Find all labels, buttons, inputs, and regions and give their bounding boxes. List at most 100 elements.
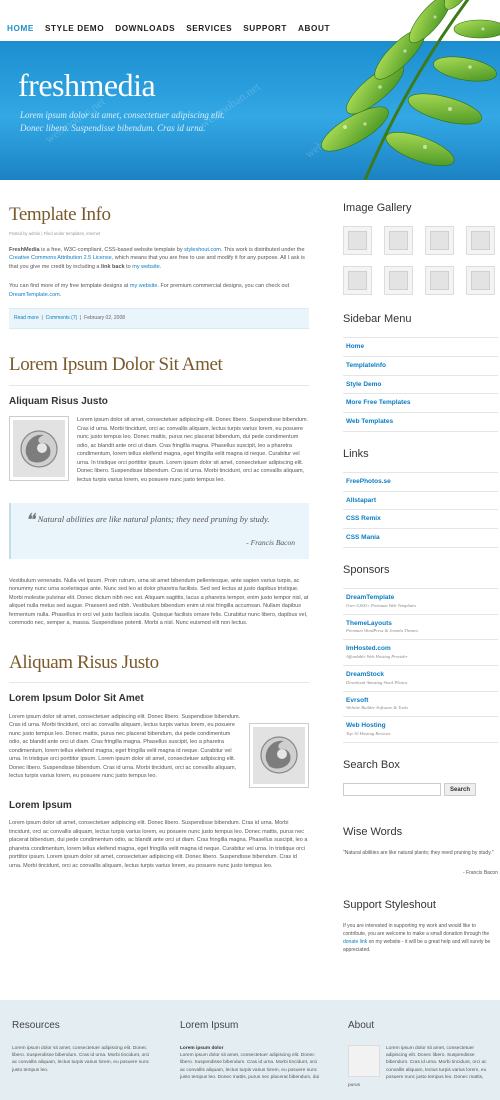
sidebar-menu: Home TemplateInfo Style Demo More Free T… (343, 337, 498, 432)
nav-services[interactable]: SERVICES (186, 23, 232, 36)
site-logo[interactable]: freshmedia (18, 61, 156, 111)
divider (9, 682, 309, 684)
gallery-thumbnail[interactable] (466, 266, 495, 296)
image-gallery (343, 226, 498, 296)
sponsor-item[interactable]: DreamStock Download Amazing Stock Photos (343, 666, 498, 692)
nav-support[interactable]: SUPPORT (243, 23, 287, 36)
footer-resources: Resources Lorem ipsum dolor sit amet, co… (12, 1018, 152, 1089)
footer-lorem: Lorem Ipsum Lorem ipsum dolor Lorem ipsu… (180, 1018, 320, 1089)
post-title[interactable]: Lorem Ipsum Dolor Sit Amet (9, 350, 309, 379)
nav-downloads[interactable]: DOWNLOADS (115, 23, 175, 36)
text: . (59, 292, 62, 298)
gallery-thumbnail[interactable] (425, 266, 454, 296)
text: If you are interested in supporting my w… (343, 923, 490, 938)
search-input[interactable] (343, 782, 441, 796)
sponsor-item[interactable]: DreamTemplate Over 6,000+ Premium Web Tem… (343, 589, 498, 615)
sponsor-desc: Download Amazing Stock Photos (346, 679, 408, 685)
footer-text: Lorem ipsum dolor sit amet, consectetuer… (12, 1045, 150, 1073)
sponsor-item[interactable]: Web Hosting Top 10 Hosting Reviews (343, 717, 498, 743)
footer-heading: Resources (12, 1020, 60, 1031)
sponsor-name[interactable]: ImHosted.com (346, 644, 495, 654)
search-form: Search (343, 782, 498, 796)
my-website-link[interactable]: my website (130, 283, 158, 289)
sponsor-name[interactable]: DreamTemplate (346, 593, 495, 603)
link-item[interactable]: CSS Remix (343, 510, 498, 530)
text: You can find more of my free template de… (9, 283, 130, 290)
dreamtemplate-link[interactable]: DreamTemplate.com (9, 292, 60, 298)
sidebar-heading: Image Gallery (343, 202, 412, 214)
sidebar-heading: Wise Words (343, 825, 403, 838)
donate-link[interactable]: donate link (343, 939, 367, 945)
quote-text: Natural abilities are like natural plant… (37, 514, 270, 525)
footer-about: About Lorem ipsum dolor sit amet, consec… (348, 1018, 488, 1089)
gallery-thumbnail[interactable] (384, 266, 413, 296)
sidebar-heading: Support Styleshout (343, 899, 436, 912)
sponsor-item[interactable]: Evrsoft Website Builder Software & Tools (343, 692, 498, 718)
styleshout-link[interactable]: styleshout.com (184, 247, 221, 253)
sponsor-name[interactable]: Evrsoft (346, 696, 495, 706)
footer: Resources Lorem ipsum dolor sit amet, co… (0, 1000, 500, 1100)
sponsor-desc: Over 6,000+ Premium Web Templates (346, 602, 417, 608)
brand-name: FreshMedia (9, 246, 40, 253)
sidebar-menu-item[interactable]: TemplateInfo (343, 357, 498, 376)
quote-block: ❝ Natural abilities are like natural plan… (9, 503, 309, 559)
read-more-link[interactable]: Read more (14, 315, 39, 321)
post-paragraph: Lorem ipsum dolor sit amet, consectetuer… (9, 820, 308, 869)
nav-style-demo[interactable]: STYLE DEMO (45, 23, 104, 36)
firefox-thumbnail (9, 416, 69, 482)
post-subtitle: Lorem Ipsum Dolor Sit Amet (9, 693, 144, 705)
gallery-thumbnail[interactable] (343, 266, 372, 296)
post-paragraph: Vestibulum venenatis. Nulla vel ipsum. P… (9, 577, 309, 627)
about-avatar (348, 1044, 380, 1077)
text: . This work is distributed under the (220, 246, 305, 253)
footer-heading: About (348, 1020, 375, 1031)
post-footer: Read more | Comments (7) | February 02, … (9, 307, 309, 330)
my-website-link[interactable]: my website (132, 264, 160, 270)
post-date: February 02, 2008 (84, 314, 125, 321)
link-back-text: link back (101, 263, 125, 270)
license-link[interactable]: Creative Commons Attribution 2.5 License (9, 255, 112, 261)
footer-bold: Lorem ipsum dolor (180, 1045, 224, 1051)
support-text: If you are interested in supporting my w… (343, 923, 498, 954)
nav-home[interactable]: HOME (7, 23, 34, 36)
quote-author: - Francis Bacon (246, 537, 295, 547)
firefox-icon (20, 430, 58, 468)
sponsor-desc: Affordable Web Hosting Provider (346, 653, 408, 659)
search-button[interactable]: Search (444, 782, 477, 796)
comments-link[interactable]: Comments (7) (46, 315, 78, 321)
gallery-thumbnail[interactable] (466, 226, 495, 256)
footer-heading: Lorem Ipsum (180, 1020, 239, 1031)
gallery-thumbnail[interactable] (343, 226, 372, 256)
sponsor-name[interactable]: Web Hosting (346, 721, 495, 731)
nav-about[interactable]: ABOUT (298, 23, 330, 36)
link-item[interactable]: CSS Mania (343, 529, 498, 548)
sidebar: Image Gallery Sidebar Menu Home Template… (343, 200, 498, 954)
sidebar-heading: Sidebar Menu (343, 313, 412, 326)
sidebar-menu-item[interactable]: More Free Templates (343, 394, 498, 414)
sponsor-name[interactable]: ThemeLayouts (346, 619, 495, 629)
wise-quote: "Natural abilities are like natural plan… (343, 849, 494, 856)
post-title[interactable]: Template Info (9, 200, 309, 229)
sponsor-name[interactable]: DreamStock (346, 670, 495, 680)
footer-text: Lorem ipsum dolor sit amet, consectetuer… (180, 1052, 320, 1081)
firefox-thumbnail (249, 722, 309, 788)
gallery-thumbnail[interactable] (384, 226, 413, 256)
link-item[interactable]: Allstapart (343, 492, 498, 511)
sidebar-menu-item[interactable]: Home (343, 338, 498, 357)
sponsors-list: DreamTemplate Over 6,000+ Premium Web Tem… (343, 587, 498, 743)
sidebar-menu-item[interactable]: Web Templates (343, 413, 498, 432)
sidebar-heading: Links (343, 447, 369, 460)
sponsor-desc: Website Builder Software & Tools (346, 705, 409, 711)
post-paragraph: You can find more of my free template de… (9, 282, 309, 299)
link-item[interactable]: FreePhotos.se (343, 473, 498, 492)
post-paragraph: FreshMedia is a free, W3C-compliant, CSS… (9, 246, 309, 272)
text: . For premium commercial designs, you ca… (157, 283, 290, 290)
sponsor-item[interactable]: ImHosted.com Affordable Web Hosting Provi… (343, 640, 498, 666)
sidebar-menu-item[interactable]: Style Demo (343, 376, 498, 395)
sidebar-heading: Search Box (343, 758, 400, 771)
gallery-thumbnail[interactable] (425, 226, 454, 256)
header: webmoban.net webmoban.net webmoban.net f… (0, 0, 500, 180)
post-title[interactable]: Aliquam Risus Justo (9, 648, 309, 677)
post-meta: Posted by admin | Filed under templates,… (9, 231, 101, 237)
sponsor-item[interactable]: ThemeLayouts Premium WordPress & Joomla T… (343, 615, 498, 641)
